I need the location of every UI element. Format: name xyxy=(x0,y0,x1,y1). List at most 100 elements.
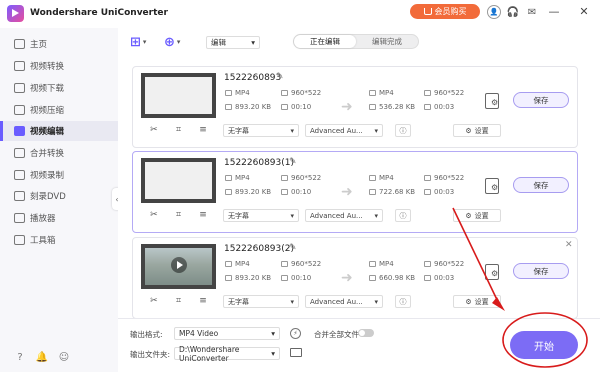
edit-status-tabs: 正在编辑 编辑完成 xyxy=(293,34,419,49)
subtitle-select[interactable]: 无字幕 ▾ xyxy=(223,209,299,222)
mode-select[interactable]: 编辑 ▾ xyxy=(206,36,260,49)
save-button[interactable]: 保存 xyxy=(513,263,569,279)
sidebar-item-home[interactable]: 主页 xyxy=(0,34,118,54)
adjust-icon[interactable]: ≡ xyxy=(199,210,207,220)
video-thumbnail[interactable] xyxy=(141,244,216,289)
folder-icon xyxy=(225,275,232,281)
file-card[interactable]: ✕ ✂ ⌗ ≡ 1522260893(2) ✎ MP4 960*522 893.… xyxy=(132,237,578,319)
src-resolution: 960*522 xyxy=(281,89,321,97)
video-thumbnail[interactable] xyxy=(141,73,216,118)
info-icon[interactable]: ⓘ xyxy=(395,209,411,222)
minimize-button[interactable]: — xyxy=(545,3,563,19)
crop-icon[interactable]: ⌗ xyxy=(176,125,181,135)
audio-select[interactable]: Advanced Au... ▾ xyxy=(305,295,383,308)
buy-button[interactable]: 会员购买 xyxy=(410,4,480,19)
settings-button[interactable]: ⚙ 设置 xyxy=(453,209,501,222)
play-icon[interactable] xyxy=(171,257,187,273)
chevron-down-icon: ▾ xyxy=(290,126,294,135)
out-size: 660.98 KB xyxy=(369,274,415,282)
sidebar-item-edit[interactable]: 视频编辑 xyxy=(0,121,118,141)
folder-icon xyxy=(225,104,232,110)
audio-select[interactable]: Advanced Au... ▾ xyxy=(305,124,383,137)
output-settings-icon[interactable] xyxy=(485,93,499,109)
start-button[interactable]: 开始 xyxy=(510,331,578,359)
out-duration: 00:03 xyxy=(424,274,454,282)
output-settings-icon[interactable] xyxy=(485,264,499,280)
format-icon xyxy=(225,90,232,96)
rename-icon[interactable]: ✎ xyxy=(289,157,297,167)
adjust-icon[interactable]: ≡ xyxy=(199,296,207,306)
file-card[interactable]: ✂ ⌗ ≡ 1522260893 ✎ MP4 960*522 893.20 KB… xyxy=(132,66,578,148)
tab-editing[interactable]: 正在编辑 xyxy=(294,35,356,48)
edit-video-icon xyxy=(14,126,25,136)
src-format: MP4 xyxy=(225,89,250,97)
arrow-right-icon: ➜ xyxy=(341,184,353,200)
format-icon xyxy=(225,261,232,267)
rename-icon[interactable]: ✎ xyxy=(276,72,284,82)
merge-toggle[interactable] xyxy=(358,329,374,337)
src-size: 893.20 KB xyxy=(225,188,271,196)
chevron-down-icon: ▾ xyxy=(176,38,181,46)
output-folder-label: 输出文件夹: xyxy=(130,350,171,359)
sidebar-item-convert[interactable]: 视频转换 xyxy=(0,56,118,76)
resolution-icon xyxy=(281,175,288,181)
crop-icon[interactable]: ⌗ xyxy=(176,296,181,306)
clock-icon xyxy=(281,189,288,195)
video-thumbnail[interactable] xyxy=(141,158,216,203)
src-size: 893.20 KB xyxy=(225,274,271,282)
crop-icon[interactable]: ⌗ xyxy=(176,210,181,220)
sidebar-item-dvd[interactable]: 刻录DVD xyxy=(0,186,118,206)
audio-select[interactable]: Advanced Au... ▾ xyxy=(305,209,383,222)
clock-icon xyxy=(281,275,288,281)
settings-button[interactable]: ⚙ 设置 xyxy=(453,295,501,308)
save-button[interactable]: 保存 xyxy=(513,92,569,108)
resolution-icon xyxy=(281,261,288,267)
sidebar-item-player[interactable]: 播放器 xyxy=(0,208,118,228)
bell-icon[interactable]: 🔔 xyxy=(35,350,49,364)
out-format: MP4 xyxy=(369,260,394,268)
cut-icon[interactable]: ✂ xyxy=(150,296,158,306)
rename-icon[interactable]: ✎ xyxy=(289,243,297,253)
format-icon xyxy=(369,261,376,267)
hardware-acceleration-icon[interactable]: ⚡ xyxy=(290,328,301,339)
add-media-button[interactable]: ⊕ ▾ xyxy=(164,34,186,50)
settings-button[interactable]: ⚙ 设置 xyxy=(453,124,501,137)
save-button[interactable]: 保存 xyxy=(513,177,569,193)
close-window-button[interactable]: ✕ xyxy=(575,3,593,19)
output-settings-icon[interactable] xyxy=(485,178,499,194)
output-format-select[interactable]: MP4 Video ▾ xyxy=(174,327,280,340)
merge-label: 合并全部文件 xyxy=(314,330,359,339)
add-file-button[interactable]: ⊞ ▾ xyxy=(130,34,152,50)
sidebar-item-toolbox[interactable]: 工具箱 xyxy=(0,230,118,250)
close-icon[interactable]: ✕ xyxy=(565,240,573,250)
info-icon[interactable]: ⓘ xyxy=(395,124,411,137)
user-avatar-icon[interactable]: 👤 xyxy=(487,5,501,19)
info-icon[interactable]: ⓘ xyxy=(395,295,411,308)
cut-icon[interactable]: ✂ xyxy=(150,125,158,135)
gear-icon: ⚙ xyxy=(465,211,472,220)
message-icon[interactable]: ✉ xyxy=(525,5,539,19)
output-folder-select[interactable]: D:\Wondershare UniConverter ▾ xyxy=(174,345,280,363)
headset-icon[interactable]: 🎧 xyxy=(506,5,520,19)
help-icon[interactable]: ? xyxy=(13,350,27,364)
open-folder-icon[interactable] xyxy=(290,348,302,357)
subtitle-select[interactable]: 无字幕 ▾ xyxy=(223,124,299,137)
cut-icon[interactable]: ✂ xyxy=(150,210,158,220)
cart-icon xyxy=(423,8,432,15)
feedback-icon[interactable]: ☺ xyxy=(57,350,71,364)
thumb-tools: ✂ ⌗ ≡ xyxy=(141,125,216,135)
sidebar-item-merge[interactable]: 合并转换 xyxy=(0,143,118,163)
adjust-icon[interactable]: ≡ xyxy=(199,125,207,135)
sidebar-item-compress[interactable]: 视频压缩 xyxy=(0,100,118,120)
file-card[interactable]: ✂ ⌗ ≡ 1522260893(1) ✎ MP4 960*522 893.20… xyxy=(132,151,578,233)
tab-edit-done[interactable]: 编辑完成 xyxy=(356,35,418,48)
out-size: 536.28 KB xyxy=(369,103,415,111)
src-duration: 00:10 xyxy=(281,274,311,282)
out-size: 722.68 KB xyxy=(369,188,415,196)
resolution-icon xyxy=(424,90,431,96)
merge-icon xyxy=(14,148,25,158)
sidebar-item-download[interactable]: 视频下载 xyxy=(0,78,118,98)
subtitle-select[interactable]: 无字幕 ▾ xyxy=(223,295,299,308)
sidebar-item-record[interactable]: 视频录制 xyxy=(0,165,118,185)
folder-icon xyxy=(369,275,376,281)
